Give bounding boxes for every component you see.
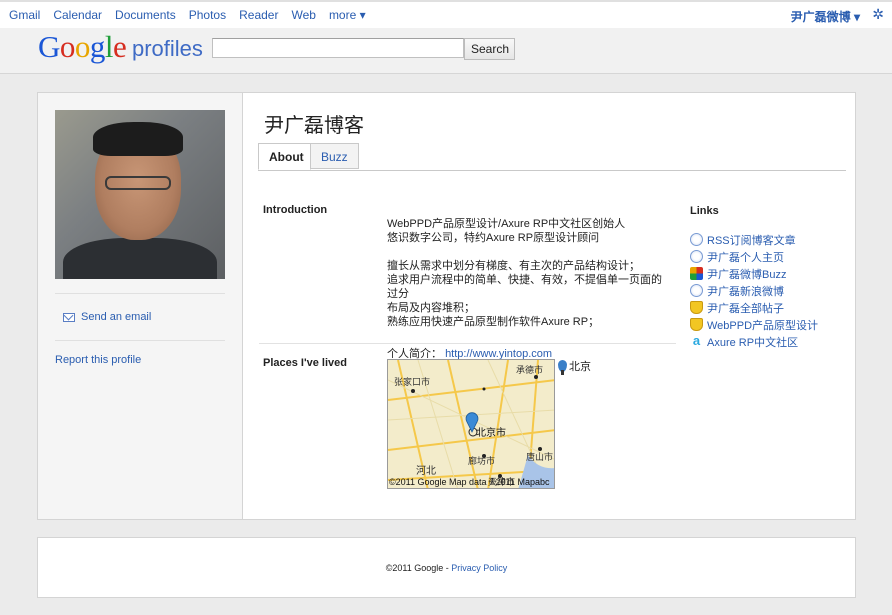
trophy-icon: [690, 318, 703, 331]
map-thumbnail[interactable]: 张家口市 承德市 北京市 廊坊市 唐山市 河北 天津市 ©2011 Google…: [387, 359, 555, 489]
profile-card: Send an email Report this profile 尹广磊博客 …: [37, 92, 856, 520]
links-label: Links: [690, 205, 719, 217]
search-input[interactable]: [212, 38, 464, 58]
link-axure[interactable]: Axure RP中文社区: [707, 334, 798, 350]
nav-more-menu[interactable]: more ▾: [329, 8, 366, 22]
privacy-policy-link[interactable]: Privacy Policy: [451, 563, 507, 573]
map-label: 河北: [416, 465, 436, 477]
link-item: 尹广磊微博Buzz: [690, 265, 850, 282]
link-posts[interactable]: 尹广磊全部帖子: [707, 300, 784, 316]
send-email-link[interactable]: Send an email: [63, 311, 151, 323]
place-marker: 北京: [558, 358, 591, 375]
search-button[interactable]: Search: [464, 38, 515, 60]
map-label: 北京市: [476, 426, 506, 439]
page-header: Google profiles Search: [0, 28, 892, 74]
tab-buzz[interactable]: Buzz: [311, 143, 359, 169]
google-logo[interactable]: Google: [38, 29, 127, 65]
map-label: 唐山市: [526, 451, 553, 463]
envelope-icon: [63, 312, 75, 322]
account-menu[interactable]: 尹广磊微博 ▾: [791, 8, 860, 25]
nav-gmail[interactable]: Gmail: [9, 8, 40, 22]
map-copyright: ©2011 Google Map data ©2011 Mapabc: [389, 477, 550, 487]
google-icon: [690, 267, 703, 280]
link-item: 尹广磊全部帖子: [690, 299, 850, 316]
logo-profiles-text: profiles: [132, 36, 203, 61]
intro-line: 擅长从需求中划分有梯度、有主次的产品结构设计；: [387, 260, 640, 272]
map-label: 廊坊市: [468, 455, 495, 467]
axure-icon: a: [692, 333, 701, 348]
place-name: 北京: [569, 361, 591, 373]
map-label: 承德市: [516, 364, 543, 376]
globe-icon: [690, 250, 703, 263]
footer-copyright: ©2011 Google -: [385, 563, 452, 573]
page-footer: ©2011 Google - Privacy Policy: [37, 537, 856, 598]
profile-tabs: About Buzz: [258, 143, 846, 171]
link-webppd[interactable]: WebPPD产品原型设计: [707, 317, 818, 333]
link-rss[interactable]: RSS订阅博客文章: [707, 232, 796, 248]
trophy-icon: [690, 301, 703, 314]
globe-icon: [690, 233, 703, 246]
report-profile-link[interactable]: Report this profile: [55, 354, 141, 366]
map-label: 张家口市: [394, 376, 430, 388]
link-item: a Axure RP中文社区: [690, 333, 850, 350]
link-item: 尹广磊新浪微博: [690, 282, 850, 299]
profile-sidebar: Send an email Report this profile: [38, 93, 243, 519]
nav-photos[interactable]: Photos: [189, 8, 226, 22]
intro-line: 布局及内容堆积；: [387, 302, 475, 314]
nav-web[interactable]: Web: [291, 8, 315, 22]
introduction-text: WebPPD产品原型设计/Axure RP中文社区创始人 悠识数字公司，特约Ax…: [387, 217, 672, 361]
intro-line: 悠识数字公司，特约Axure RP原型设计顾问: [387, 232, 600, 244]
link-item: RSS订阅博客文章: [690, 231, 850, 248]
map-pin-icon: [558, 360, 567, 375]
nav-reader[interactable]: Reader: [239, 8, 278, 22]
link-item: WebPPD产品原型设计: [690, 316, 850, 333]
link-buzz[interactable]: 尹广磊微博Buzz: [707, 266, 786, 282]
send-email-label: Send an email: [81, 311, 152, 323]
link-homepage[interactable]: 尹广磊个人主页: [707, 249, 784, 265]
nav-documents[interactable]: Documents: [115, 8, 176, 22]
link-weibo[interactable]: 尹广磊新浪微博: [707, 283, 784, 299]
app-nav: Gmail Calendar Documents Photos Reader W…: [9, 8, 379, 22]
top-navigation-bar: Gmail Calendar Documents Photos Reader W…: [0, 0, 892, 28]
links-list: RSS订阅博客文章 尹广磊个人主页 尹广磊微博Buzz 尹广磊新浪微博 尹广磊全…: [690, 231, 850, 350]
divider: [259, 343, 676, 344]
profile-photo: [55, 110, 225, 279]
gear-icon[interactable]: ✲: [872, 6, 884, 23]
intro-line: 熟练应用快速产品原型制作软件Axure RP；: [387, 316, 600, 328]
footer-text: ©2011 Google - Privacy Policy: [38, 563, 855, 573]
introduction-label: Introduction: [263, 204, 328, 216]
places-lived-label: Places I've lived: [263, 357, 347, 369]
divider: [55, 340, 225, 341]
nav-calendar[interactable]: Calendar: [53, 8, 102, 22]
link-item: 尹广磊个人主页: [690, 248, 850, 265]
profile-name: 尹广磊博客: [264, 115, 364, 137]
intro-line: WebPPD产品原型设计/Axure RP中文社区创始人: [387, 218, 626, 230]
intro-line: 追求用户流程中的简单、快捷、有效，不提倡单一页面的过分: [387, 274, 662, 300]
tab-about[interactable]: About: [258, 143, 311, 170]
divider: [55, 293, 225, 294]
globe-icon: [690, 284, 703, 297]
